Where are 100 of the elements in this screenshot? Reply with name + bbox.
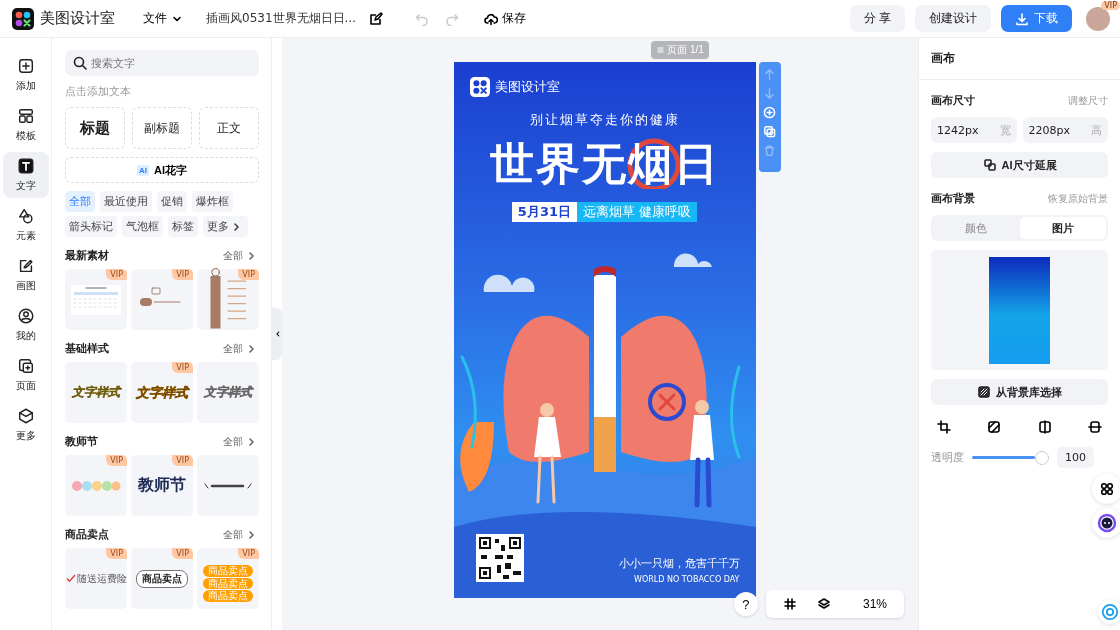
cube-icon bbox=[16, 407, 35, 425]
section-label: 画布背景 bbox=[931, 191, 975, 206]
material-card[interactable]: VIP 文字样式 bbox=[131, 362, 193, 423]
table-drawing bbox=[71, 284, 121, 315]
toolbar-button[interactable]: 分 享 bbox=[849, 5, 905, 32]
redo-icon bbox=[445, 11, 459, 26]
plus-circle-icon bbox=[763, 106, 776, 119]
material-card[interactable]: VIP bbox=[197, 269, 259, 330]
apps-button[interactable] bbox=[1092, 474, 1120, 504]
background-library-button[interactable]: 从背景库选择 bbox=[931, 379, 1108, 405]
image-tool-button[interactable] bbox=[987, 420, 1002, 434]
poster-motto: 远离烟草 健康呼吸 bbox=[577, 202, 698, 222]
text-style-sample: 商品卖点 bbox=[136, 569, 188, 588]
page-tool-button[interactable] bbox=[761, 104, 778, 121]
material-card[interactable]: VIP bbox=[65, 269, 127, 330]
logo-icon bbox=[12, 7, 34, 30]
material-card[interactable]: VIP 随送运费险 bbox=[65, 548, 127, 609]
category-tag[interactable]: 最近使用 bbox=[100, 191, 152, 212]
text-style-sample: 商品卖点 bbox=[203, 565, 253, 577]
section-title: 基础样式 bbox=[65, 341, 109, 356]
edit-icon bbox=[369, 11, 383, 26]
sidebar-tab[interactable]: 画图 bbox=[2, 252, 49, 298]
help-center-button[interactable] bbox=[1098, 600, 1120, 624]
vip-badge: VIP bbox=[172, 548, 193, 559]
resize-icon bbox=[982, 158, 997, 172]
text-style-sample: 文字样式 bbox=[136, 383, 188, 402]
zoom-level[interactable]: 31% bbox=[859, 594, 890, 614]
ai-text-button[interactable]: AI AI花字 bbox=[65, 157, 259, 183]
poster-date: 5月31日 bbox=[511, 202, 577, 222]
image-tool-button[interactable] bbox=[937, 420, 951, 434]
see-all-link[interactable]: 全部 bbox=[223, 248, 259, 263]
material-card[interactable]: 文字样式 bbox=[197, 362, 259, 423]
save-button[interactable]: 保存 bbox=[478, 9, 532, 28]
cloud-icon bbox=[484, 11, 498, 26]
app-name: 美图设计室 bbox=[40, 9, 115, 28]
caption-drawing bbox=[203, 481, 253, 490]
vip-badge: VIP bbox=[238, 269, 259, 280]
poster-brand: 美图设计室 bbox=[494, 78, 560, 96]
category-tag[interactable]: 箭头标记 bbox=[65, 216, 117, 237]
image-tool-button[interactable] bbox=[1088, 420, 1102, 434]
arrow-up-icon bbox=[763, 68, 776, 81]
robot-face-icon bbox=[1097, 513, 1117, 533]
material-card[interactable]: VIP 商品卖点 bbox=[131, 548, 193, 609]
segment-tab[interactable]: 图片 bbox=[1019, 217, 1106, 239]
sidebar-tab[interactable]: 模板 bbox=[2, 102, 49, 148]
category-tag[interactable]: 标签 bbox=[168, 216, 198, 237]
material-card[interactable]: VIP bbox=[65, 455, 127, 516]
download-icon bbox=[1015, 11, 1029, 26]
grid-icon bbox=[782, 597, 797, 611]
text-preset-button[interactable]: 副标题 bbox=[132, 107, 192, 149]
toolbar-button[interactable]: 创建设计 bbox=[915, 5, 991, 32]
sidebar-tab[interactable]: 更多 bbox=[2, 402, 49, 448]
sidebar-tab[interactable]: 添加 bbox=[2, 52, 49, 98]
sidebar-tab[interactable]: 我的 bbox=[2, 302, 49, 348]
file-menu[interactable]: 文件 bbox=[139, 6, 188, 31]
apps-icon bbox=[1100, 482, 1114, 496]
slider-thumb[interactable] bbox=[1035, 450, 1049, 465]
material-card[interactable]: 文字样式 bbox=[65, 362, 127, 423]
vip-badge: VIP bbox=[1101, 0, 1120, 10]
text-style-sample: 商品卖点 bbox=[203, 590, 253, 602]
see-all-link[interactable]: 全部 bbox=[223, 341, 259, 356]
text-style-sample: 文字样式 bbox=[204, 384, 252, 401]
collapse-handle[interactable] bbox=[272, 308, 282, 360]
see-all-link[interactable]: 全部 bbox=[223, 434, 259, 449]
download-button[interactable]: 下载 bbox=[1001, 5, 1072, 32]
see-all-link[interactable]: 全部 bbox=[223, 527, 259, 542]
category-tag[interactable]: 全部 bbox=[65, 191, 95, 212]
category-tag[interactable]: 促销 bbox=[157, 191, 187, 212]
category-tag[interactable]: 爆炸框 bbox=[192, 191, 233, 212]
text-preset-button[interactable]: 正文 bbox=[199, 107, 259, 149]
opacity-slider-fill[interactable] bbox=[972, 456, 1035, 459]
sidebar-tab[interactable]: 文字 bbox=[2, 152, 49, 198]
material-card[interactable]: VIP 商品卖点 商品卖点 商品卖点 bbox=[197, 548, 259, 609]
help-button[interactable]: ? bbox=[733, 592, 758, 616]
spiral-icon bbox=[1101, 603, 1119, 621]
sidebar-tab[interactable]: 元素 bbox=[2, 202, 49, 248]
text-style-sample: 商品卖点 bbox=[203, 577, 253, 590]
section-title: 最新素材 bbox=[65, 248, 109, 263]
category-tag[interactable]: 气泡框 bbox=[122, 216, 163, 237]
assistant-button[interactable] bbox=[1092, 508, 1120, 538]
vip-badge: VIP bbox=[238, 548, 259, 559]
check-icon bbox=[65, 573, 76, 584]
split-vertical-icon bbox=[1037, 420, 1052, 434]
image-tool-button[interactable] bbox=[1037, 420, 1052, 434]
text-preset-button[interactable]: 标题 bbox=[65, 107, 125, 149]
sidebar-tab[interactable]: 页面 bbox=[2, 352, 49, 398]
page-tool-button[interactable] bbox=[761, 123, 778, 140]
poster-slogan: 别让烟草夺走你的健康 bbox=[529, 111, 680, 129]
material-card[interactable]: VIP bbox=[131, 269, 193, 330]
category-tag[interactable]: 更多 bbox=[203, 216, 248, 237]
material-card[interactable]: VIP 教师节 bbox=[131, 455, 193, 516]
shapes-icon bbox=[16, 207, 35, 225]
search-field[interactable]: 搜索文字 bbox=[65, 50, 259, 76]
layers-icon bbox=[816, 597, 831, 611]
material-card[interactable] bbox=[197, 455, 259, 516]
text-style-sample: 文字样式 bbox=[72, 384, 120, 401]
opacity-label: 透明度 bbox=[931, 450, 964, 465]
text-icon bbox=[16, 157, 35, 175]
avatar[interactable] bbox=[1086, 6, 1110, 31]
ai-resize-button[interactable]: AI尺寸延展 bbox=[931, 152, 1108, 178]
